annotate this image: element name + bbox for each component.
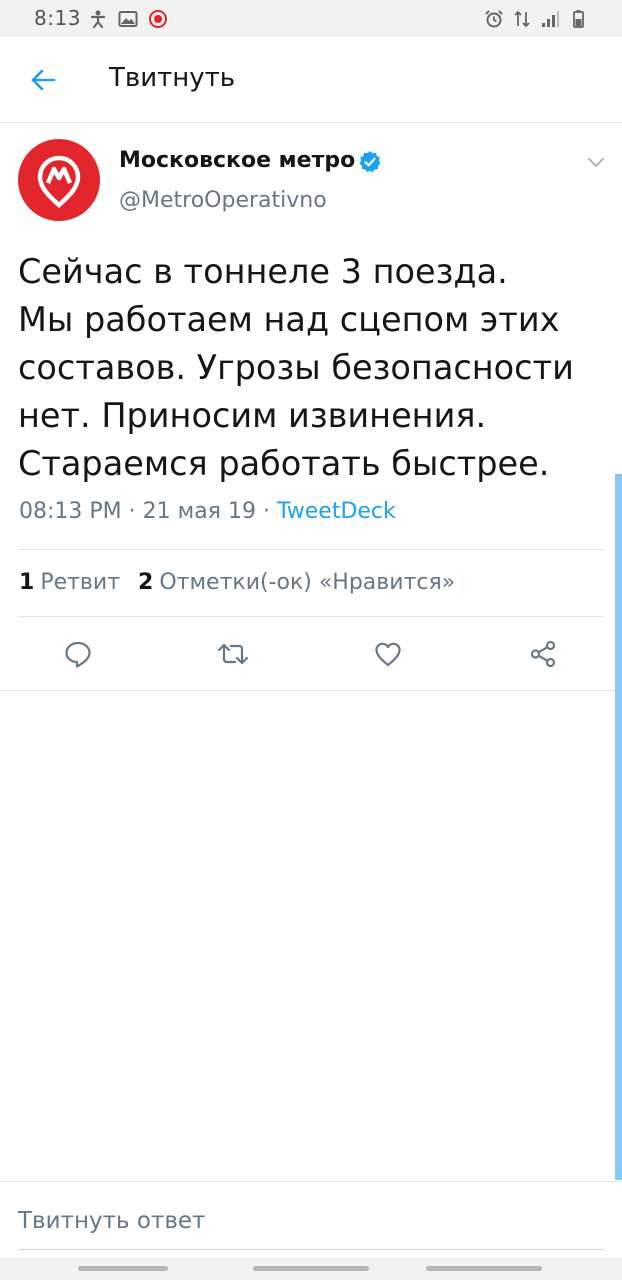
home-button[interactable] xyxy=(253,1266,369,1271)
reply-input-underline xyxy=(18,1249,604,1250)
reply-icon xyxy=(65,641,91,668)
likes-count: 2 xyxy=(138,570,154,595)
tweet-timestamp: 08:13 PM · 21 мая 19 · TweetDeck xyxy=(19,499,396,524)
back-button[interactable] xyxy=(22,59,64,101)
scrollbar[interactable] xyxy=(615,474,622,1180)
recents-button[interactable] xyxy=(78,1266,168,1271)
system-nav-bar xyxy=(0,1257,622,1280)
retweets-count: 1 xyxy=(19,570,35,595)
meta-separator: · xyxy=(128,499,136,524)
app-bar: Твитнуть xyxy=(0,37,622,123)
retweet-icon xyxy=(217,643,249,665)
avatar[interactable] xyxy=(18,139,100,221)
data-arrows-icon xyxy=(514,10,530,28)
tweet-stats: 1 Ретвит 2 Отметки(-ок) «Нравится» xyxy=(19,570,455,595)
accessibility-icon xyxy=(90,10,106,29)
verified-badge-icon xyxy=(359,151,381,173)
reply-input[interactable]: Твитнуть ответ xyxy=(18,1208,604,1234)
page-title: Твитнуть xyxy=(109,63,236,93)
share-button[interactable] xyxy=(523,634,563,674)
retweets-label: Ретвит xyxy=(40,570,121,595)
battery-icon xyxy=(573,10,584,28)
tweet-source-link[interactable]: TweetDeck xyxy=(277,499,396,524)
reply-bar: Твитнуть ответ xyxy=(0,1181,622,1257)
divider xyxy=(18,549,604,550)
status-right-icons xyxy=(484,9,588,29)
like-icon xyxy=(375,642,401,667)
like-button[interactable] xyxy=(368,634,408,674)
divider xyxy=(18,616,604,617)
app-notification-icon xyxy=(149,10,167,28)
share-icon xyxy=(530,640,556,668)
likes-label: Отметки(-ок) «Нравится» xyxy=(159,570,456,595)
author-handle[interactable]: @MetroOperativno xyxy=(119,188,327,213)
tweet-date: 21 мая 19 xyxy=(142,499,256,524)
status-time: 8:13 xyxy=(34,6,81,30)
back-nav-button[interactable] xyxy=(426,1266,542,1271)
divider xyxy=(0,690,622,691)
tweet-text: Сейчас в тоннеле 3 поезда. Мы работаем н… xyxy=(18,252,574,483)
meta-separator: · xyxy=(262,499,270,524)
likes-stat[interactable]: 2 Отметки(-ок) «Нравится» xyxy=(138,570,455,595)
metro-logo-icon xyxy=(37,155,81,209)
retweet-button[interactable] xyxy=(213,634,253,674)
image-icon xyxy=(118,11,138,27)
retweets-stat[interactable]: 1 Ретвит xyxy=(19,570,120,595)
alarm-icon xyxy=(485,10,503,28)
arrow-left-icon xyxy=(31,69,56,91)
chevron-down-icon[interactable] xyxy=(584,150,608,174)
author-name[interactable]: Московское метро xyxy=(119,148,355,173)
tweet-time: 08:13 PM xyxy=(19,499,122,524)
status-bar: 8:13 xyxy=(0,0,622,37)
signal-icon xyxy=(542,11,559,27)
tweet-actions xyxy=(0,634,622,674)
reply-button[interactable] xyxy=(58,634,98,674)
status-left-icons xyxy=(88,9,168,29)
